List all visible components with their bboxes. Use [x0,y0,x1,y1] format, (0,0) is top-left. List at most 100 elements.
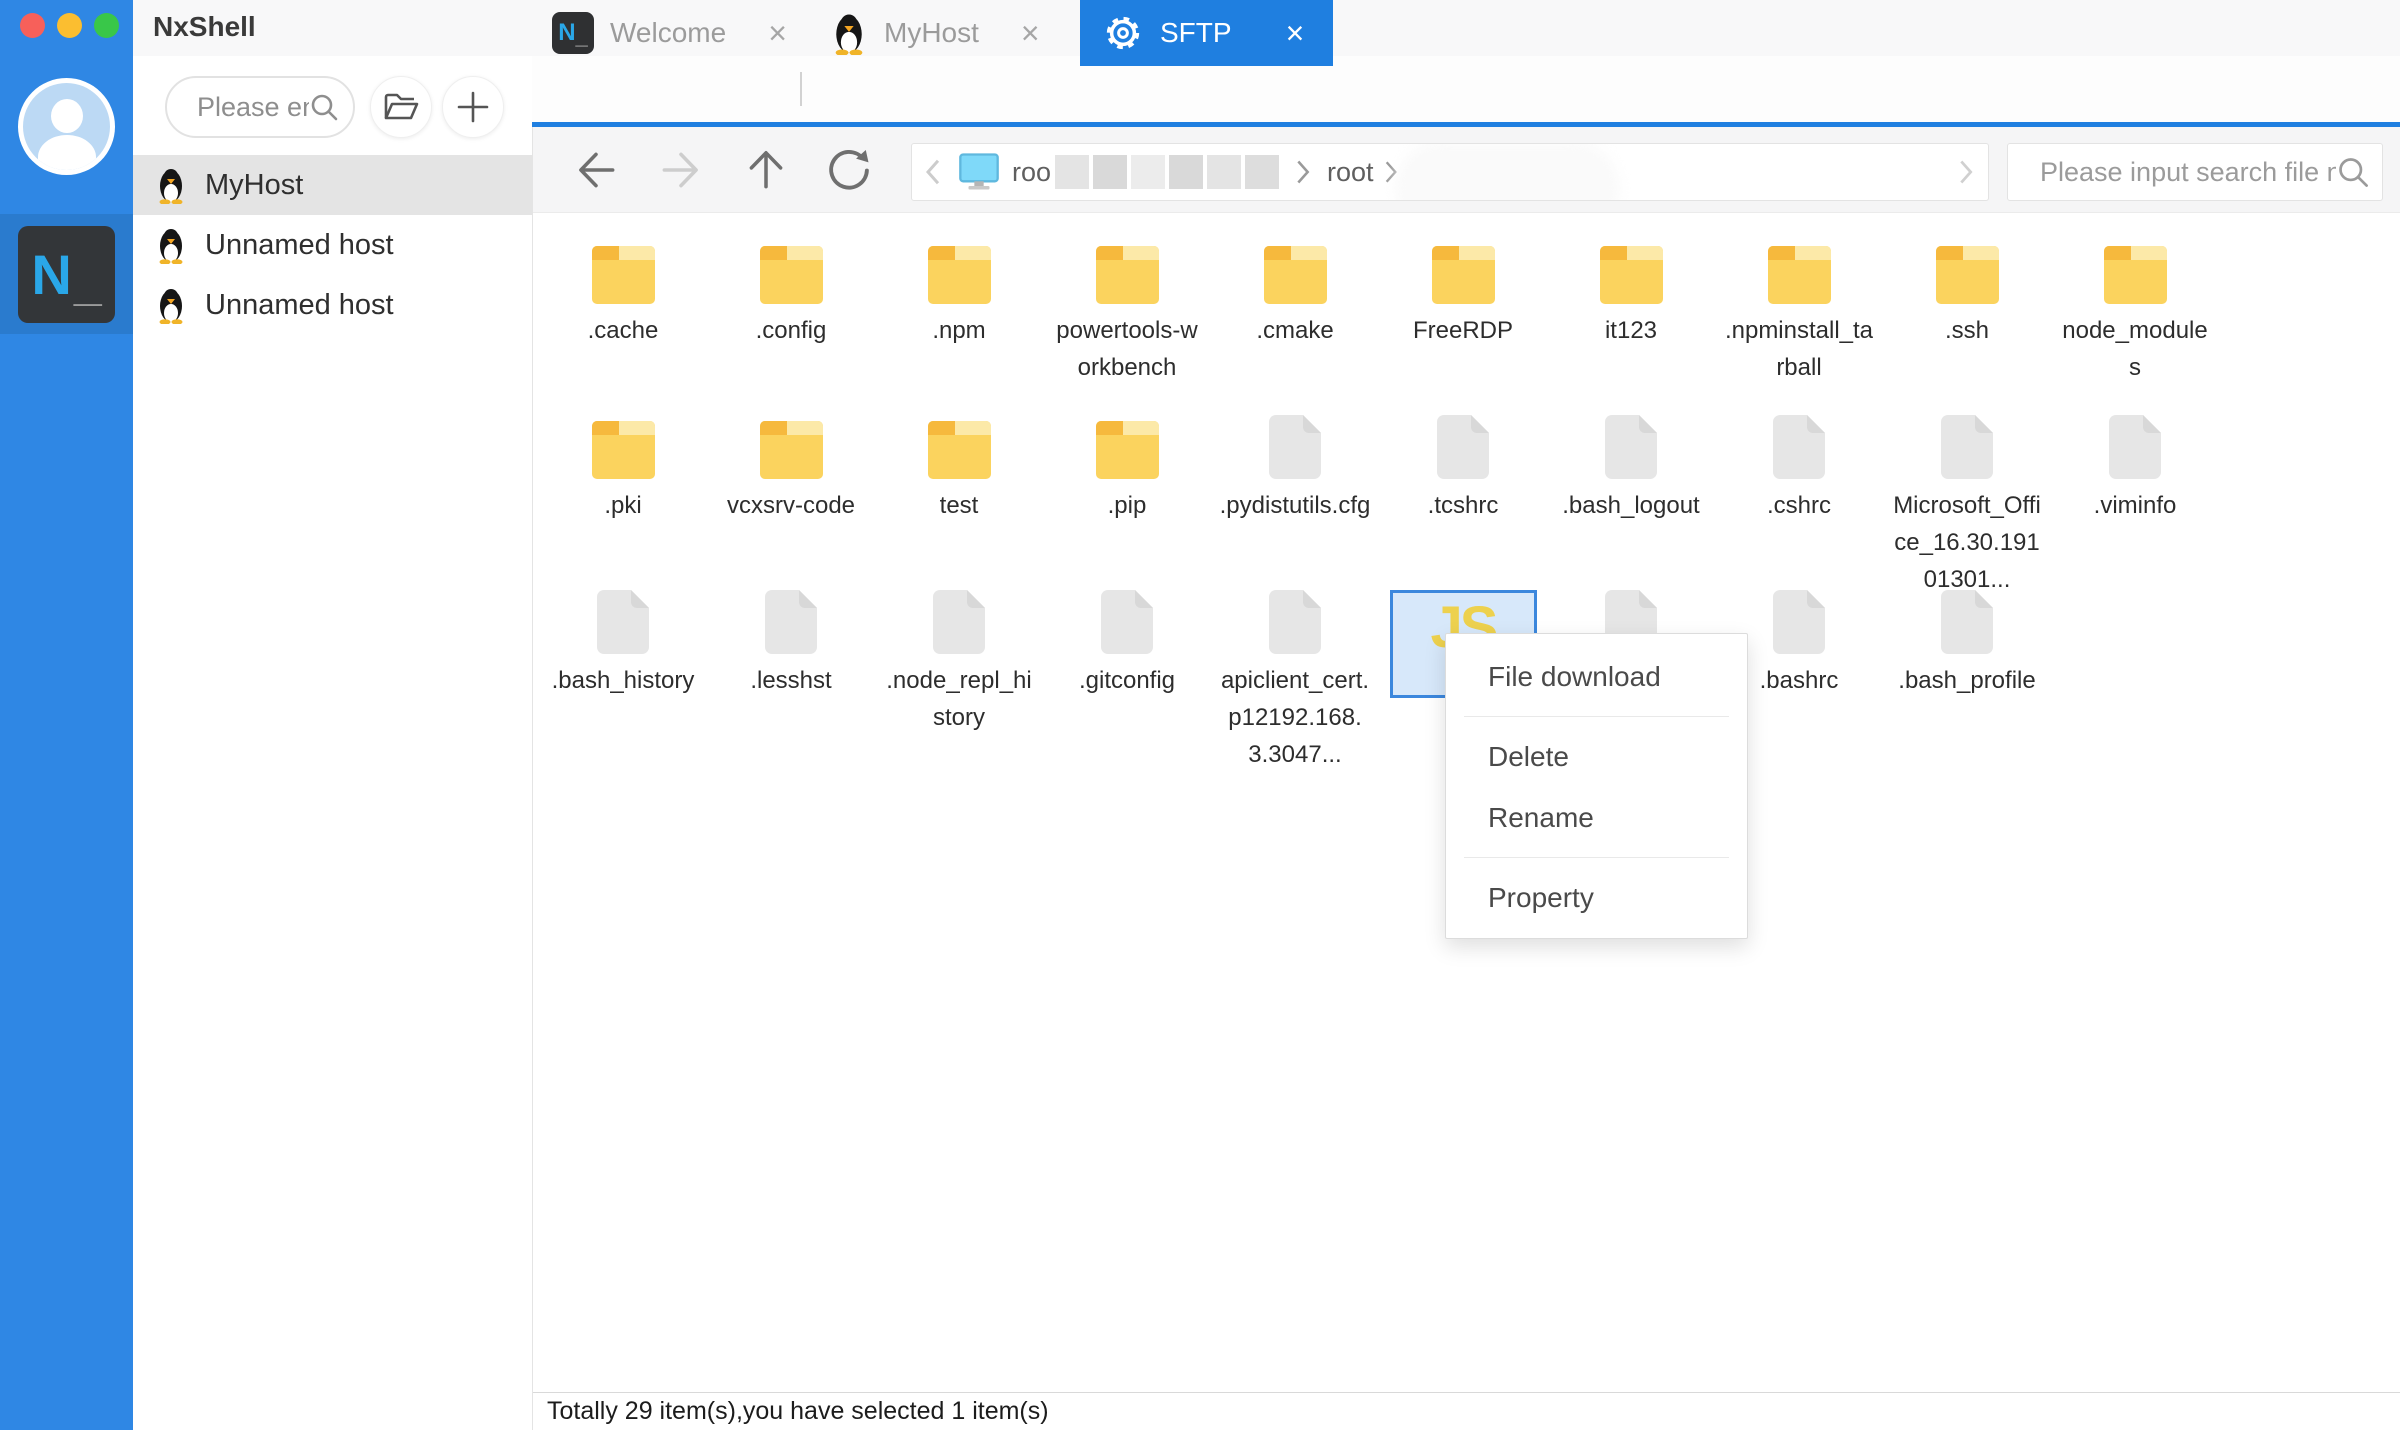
host-item[interactable]: MyHost [133,155,532,215]
back-button[interactable] [569,143,623,197]
file-item[interactable]: .pip [1043,407,1211,524]
file-label: .pki [547,487,699,524]
close-tab-icon[interactable]: × [1286,15,1305,52]
file-item[interactable]: .node_repl_history [875,582,1043,736]
folder-icon [1432,246,1495,304]
linux-penguin-icon [155,286,187,324]
breadcrumb-root-segment[interactable]: root [1327,157,1374,188]
file-label: .tcshrc [1387,487,1539,524]
file-item[interactable]: .ssh [1883,232,2051,349]
file-icon [1941,590,1993,654]
close-tab-icon[interactable]: × [1021,15,1040,52]
open-session-folder-button[interactable] [370,76,432,138]
gear-icon [1102,12,1144,54]
folder-icon [1936,246,1999,304]
folder-icon [1096,246,1159,304]
folder-icon [592,246,655,304]
file-item[interactable]: .bash_logout [1547,407,1715,524]
context-menu: File download DeleteRename Property [1445,633,1748,939]
add-host-button[interactable] [442,76,504,138]
file-item[interactable]: FreeRDP [1379,232,1547,349]
tab-welcome[interactable]: N_ Welcome × [552,0,787,66]
file-icon [933,590,985,654]
arrow-up-icon [741,145,791,195]
nxshell-logo-icon: N_ [552,12,594,54]
linux-penguin-icon [830,11,868,55]
file-item[interactable]: .viminfo [2051,407,2219,524]
file-item[interactable]: .pki [539,407,707,524]
context-menu-item-rename[interactable]: Rename [1446,787,1747,848]
status-bar: Totally 29 item(s),you have selected 1 i… [533,1392,2400,1430]
file-icon [1269,590,1321,654]
folder-icon [1264,246,1327,304]
file-item[interactable]: .pydistutils.cfg [1211,407,1379,524]
close-window-button[interactable] [20,13,45,38]
file-item[interactable]: .cshrc [1715,407,1883,524]
file-item[interactable]: .npminstall_tarball [1715,232,1883,386]
zoom-window-button[interactable] [94,13,119,38]
file-icon [1773,590,1825,654]
file-item[interactable]: .tcshrc [1379,407,1547,524]
file-label: it123 [1555,312,1707,349]
up-directory-button[interactable] [739,143,793,197]
sidebar-item-sessions[interactable]: N _ [18,226,115,323]
file-label: test [883,487,1035,524]
host-search-input[interactable]: Please en [165,76,355,138]
file-search-input[interactable]: Please input search file n [2007,143,2383,201]
folder-icon [1096,421,1159,479]
host-item[interactable]: Unnamed host [133,275,532,335]
file-item[interactable]: vcxsrv-code [707,407,875,524]
folder-icon [592,421,655,479]
app-sidebar: N _ [0,0,133,1430]
file-item[interactable]: Microsoft_Office_16.30.19101301... [1883,407,2051,598]
file-item[interactable]: .gitconfig [1043,582,1211,699]
forward-button[interactable] [654,143,708,197]
file-item[interactable]: node_modules [2051,232,2219,386]
file-label: FreeRDP [1387,312,1539,349]
chevron-right-icon [1382,159,1400,185]
file-item[interactable]: .bash_profile [1883,582,2051,699]
minimize-window-button[interactable] [57,13,82,38]
file-item[interactable]: .bash_history [539,582,707,699]
file-label: .bash_logout [1555,487,1707,524]
plus-icon [455,89,491,125]
breadcrumb[interactable]: roo root [911,143,1989,201]
breadcrumb-scroll-right[interactable] [1956,158,1976,186]
file-item[interactable]: test [875,407,1043,524]
file-item[interactable]: .config [707,232,875,349]
file-icon [1941,415,1993,479]
context-menu-item-property[interactable]: Property [1446,867,1747,928]
tab-sftp[interactable]: SFTP × [1080,0,1333,66]
tab-strip [532,56,2400,122]
folder-icon [2104,246,2167,304]
file-label: .pydistutils.cfg [1219,487,1371,524]
menu-separator [1464,857,1729,858]
file-icon [1269,415,1321,479]
host-item[interactable]: Unnamed host [133,215,532,275]
file-item[interactable]: .npm [875,232,1043,349]
redaction-blur [1395,143,1620,201]
user-avatar[interactable] [18,78,115,175]
file-item[interactable]: .cmake [1211,232,1379,349]
file-item[interactable]: powertools-workbench [1043,232,1211,386]
close-tab-icon[interactable]: × [768,15,787,52]
refresh-button[interactable] [822,143,876,197]
file-label: .pip [1051,487,1203,524]
file-item[interactable]: .cache [539,232,707,349]
file-icon [1101,590,1153,654]
file-item[interactable]: apiclient_cert.p12192.168.3.3047... [1211,582,1379,773]
folder-icon [1600,246,1663,304]
redacted-host-address [1055,155,1279,189]
file-icon [1437,415,1489,479]
tab-myhost[interactable]: MyHost × [830,0,1040,66]
file-icon [2109,415,2161,479]
file-label: .config [715,312,867,349]
context-menu-item-file-download[interactable]: File download [1446,646,1747,707]
file-item[interactable]: it123 [1547,232,1715,349]
search-icon [2336,155,2370,189]
file-icon [765,590,817,654]
context-menu-item-delete[interactable]: Delete [1446,726,1747,787]
file-item[interactable]: .lesshst [707,582,875,699]
breadcrumb-host-segment[interactable]: roo [1012,157,1051,188]
file-label: .ssh [1891,312,2043,349]
